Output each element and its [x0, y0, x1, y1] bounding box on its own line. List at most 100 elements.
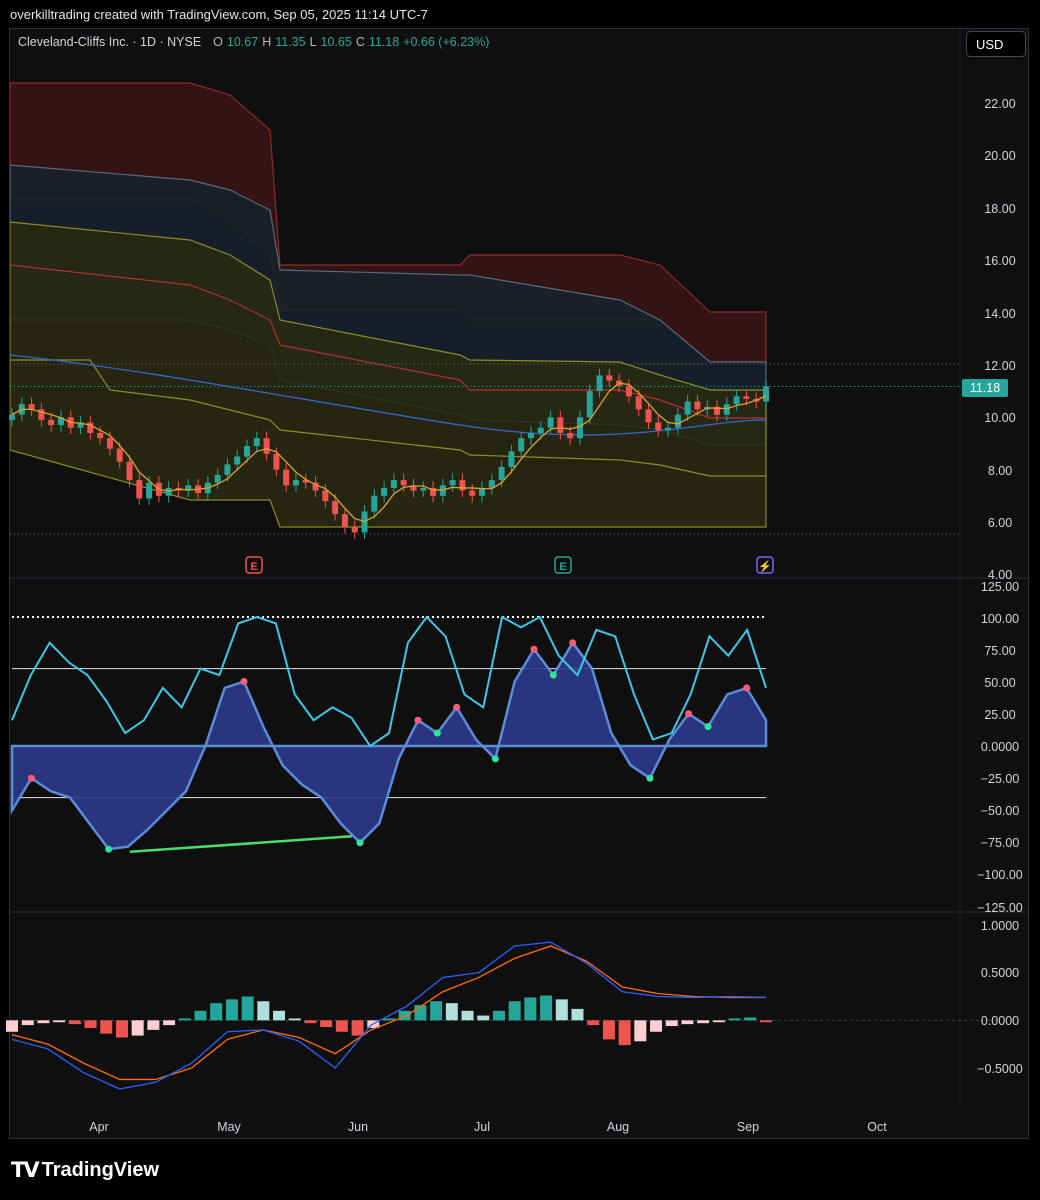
macd-histogram-bar	[602, 1020, 615, 1040]
price-tick-label: 18.00	[984, 202, 1015, 216]
chart-svg[interactable]: 22.00 20.00 18.00 16.00 14.00 12.00 10.00 8.00 6…	[0, 0, 1040, 1200]
event-marker-label: E	[559, 561, 566, 573]
macd-histogram-bar	[697, 1020, 710, 1024]
oscillator-signal-dot	[105, 845, 113, 853]
time-tick-label: Oct	[867, 1120, 887, 1134]
candle-body	[645, 409, 652, 423]
candle-body	[322, 490, 329, 502]
candle-body	[469, 490, 476, 496]
candle-body	[273, 453, 280, 470]
candle-body	[674, 414, 681, 428]
macd-histogram-bar	[210, 1003, 223, 1021]
macd-histogram-bar	[21, 1020, 34, 1026]
candle-body	[665, 427, 672, 431]
candle-body	[449, 480, 456, 486]
price-tick-label: 8.00	[988, 464, 1012, 478]
oscillator-signal-dot	[549, 671, 557, 679]
macd-histogram-bar	[304, 1020, 317, 1024]
oscillator-tick-label: 75.00	[984, 644, 1015, 658]
candle-body	[214, 474, 221, 483]
candle-body	[557, 417, 564, 433]
price-tick-label: 12.00	[984, 359, 1015, 373]
macd-histogram-bar	[492, 1010, 505, 1021]
time-tick-label: Aug	[607, 1120, 629, 1134]
macd-histogram-bar	[37, 1020, 50, 1024]
macd-histogram-bar	[744, 1017, 757, 1021]
candle-body	[292, 480, 299, 486]
oscillator-signal-dot	[685, 710, 693, 718]
tradingview-logo-icon: 𝗧𝗩	[11, 1159, 40, 1182]
candle-body	[263, 438, 270, 454]
macd-histogram-bar	[351, 1020, 364, 1036]
candle-body	[596, 375, 603, 392]
envelope-bands	[10, 82, 767, 528]
candle-body	[116, 448, 123, 462]
candle-body	[518, 438, 525, 452]
candle-body	[126, 461, 133, 481]
price-tick-label: 10.00	[984, 411, 1015, 425]
candle-body	[9, 414, 15, 420]
candle-body	[97, 432, 104, 439]
oscillator-signal-dot	[646, 774, 654, 782]
candle-body	[635, 396, 642, 410]
candle-body	[733, 396, 740, 405]
oscillator-signal-dot	[453, 703, 461, 711]
oscillator-tick-label: 125.00	[981, 580, 1019, 594]
candle-body	[48, 419, 55, 426]
macd-histogram-bar	[194, 1010, 207, 1021]
candle-body	[547, 417, 554, 428]
oscillator-tick-label: −125.00	[977, 901, 1023, 915]
oscillator-signal-dot	[569, 639, 577, 647]
oscillator-tick-label: −75.00	[981, 836, 1020, 850]
candle-body	[400, 480, 407, 486]
macd-histogram-bar	[430, 1001, 443, 1021]
time-tick-label: Apr	[89, 1120, 108, 1134]
oscillator-signal-dot	[433, 729, 441, 737]
candle-body	[459, 480, 466, 491]
time-tick-label: Jul	[474, 1120, 490, 1134]
candle-body	[625, 385, 632, 397]
candle-body	[146, 482, 153, 499]
macd-signal-line	[11, 945, 766, 1081]
candle-body	[234, 456, 241, 465]
candle-body	[381, 487, 388, 496]
macd-tick-label: 0.0000	[981, 1014, 1019, 1028]
candle-body	[224, 464, 231, 475]
macd-histogram-bar	[524, 997, 537, 1021]
candle-body	[606, 375, 613, 381]
macd-histogram-bar	[163, 1020, 176, 1026]
macd-histogram-bar	[131, 1020, 144, 1036]
oscillator-signal-dot	[491, 755, 499, 763]
macd-histogram-bar	[68, 1020, 81, 1025]
oscillator-tick-label: 50.00	[984, 676, 1015, 690]
oscillator-signal-dot	[356, 839, 364, 847]
candle-body	[351, 527, 358, 533]
time-tick-label: Jun	[348, 1120, 368, 1134]
oscillator-wave-fill	[10, 640, 768, 851]
candle-body	[439, 485, 446, 496]
candle-body	[586, 391, 593, 418]
macd-histogram-bar	[241, 996, 254, 1021]
candle-body	[527, 432, 534, 439]
macd-histogram-bar	[508, 1001, 521, 1021]
oscillator-tick-label: 100.00	[981, 612, 1019, 626]
macd-histogram-bar	[115, 1020, 128, 1038]
macd-histogram-bar	[587, 1020, 600, 1026]
oscillator-signal-dot	[704, 723, 712, 731]
macd-histogram-bar	[257, 1001, 270, 1021]
macd-tick-label: 0.5000	[981, 966, 1019, 980]
macd-histogram-bar	[288, 1018, 301, 1021]
candle-body	[537, 427, 544, 433]
price-tick-label: 22.00	[984, 97, 1015, 111]
candle-body	[655, 422, 662, 431]
oscillator-signal-dot	[240, 678, 248, 685]
macd-histogram-bar	[178, 1018, 191, 1021]
macd-histogram-bar	[320, 1020, 333, 1028]
macd-histogram-bar	[335, 1020, 348, 1032]
event-markers: E E ⚡	[245, 556, 774, 574]
oscillator-tick-label: −50.00	[981, 804, 1020, 818]
macd-histogram-bar	[712, 1020, 725, 1023]
macd-histogram-bar	[618, 1020, 631, 1046]
oscillator-signal-dot	[530, 645, 538, 653]
oscillator-tick-label: 25.00	[984, 708, 1015, 722]
